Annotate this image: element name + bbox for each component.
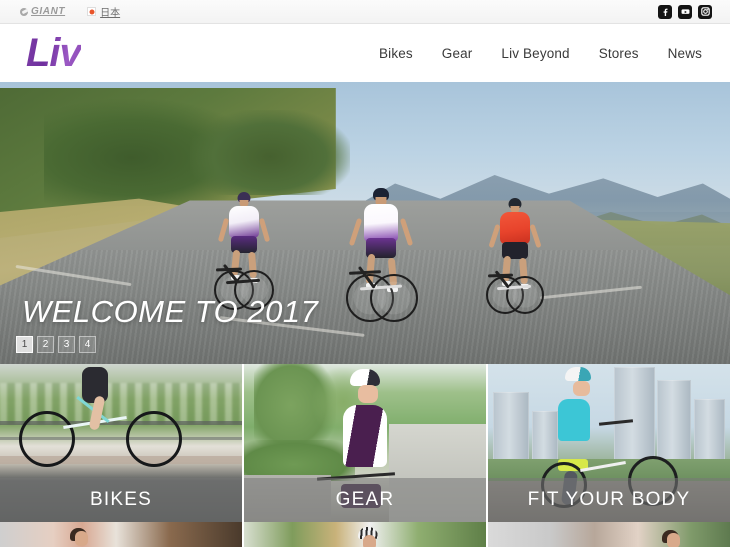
- bike-wheel: [506, 276, 544, 314]
- tile-gear-jersey: [343, 405, 388, 468]
- carousel-page-3[interactable]: 3: [58, 336, 75, 353]
- instagram-glyph: [700, 7, 710, 16]
- tile-fit-face: [572, 381, 590, 397]
- main-navigation: Bikes Gear Liv Beyond Stores News: [379, 46, 708, 61]
- tile-gear-label: GEAR: [244, 478, 486, 522]
- giant-brand-link[interactable]: GIANT: [20, 6, 65, 17]
- hero-bush-center: [189, 110, 351, 195]
- tile-fit-tower: [693, 398, 726, 466]
- youtube-icon[interactable]: [678, 4, 692, 19]
- nav-item-gear[interactable]: Gear: [442, 46, 473, 61]
- top-utility-bar: GIANT 日本: [0, 0, 730, 24]
- cyclist-right: [486, 198, 544, 316]
- giant-swoosh-icon: [20, 7, 28, 16]
- secondary-tile-2[interactable]: [244, 522, 486, 547]
- secondary-tile-1[interactable]: [0, 522, 242, 547]
- carousel-page-4[interactable]: 4: [79, 336, 96, 353]
- secondary-tile-row: [0, 522, 730, 547]
- tile-bikes[interactable]: BIKES: [0, 364, 242, 522]
- bike-wheel: [370, 274, 418, 322]
- tile-fit-tower: [613, 367, 655, 466]
- nav-item-news[interactable]: News: [668, 46, 702, 61]
- secondary-tile-2-face: [362, 535, 376, 547]
- secondary-tile-3[interactable]: [488, 522, 730, 547]
- language-label: 日本: [100, 8, 121, 19]
- facebook-icon[interactable]: [658, 4, 672, 19]
- tile-bikes-label: BIKES: [0, 478, 242, 522]
- tile-gear[interactable]: GEAR: [244, 364, 486, 522]
- nav-item-liv-beyond[interactable]: Liv Beyond: [501, 46, 569, 61]
- facebook-glyph: [663, 8, 668, 16]
- tile-fit-label: FIT YOUR BODY: [488, 478, 730, 522]
- tile-gear-face: [357, 384, 378, 403]
- youtube-glyph: [681, 9, 689, 14]
- tile-fit-tower: [657, 379, 692, 466]
- language-selector[interactable]: 日本: [87, 4, 120, 19]
- hero-title: WELCOME TO 2017: [22, 294, 319, 329]
- tile-fit-helmet-icon: [565, 367, 592, 382]
- nav-item-stores[interactable]: Stores: [599, 46, 639, 61]
- tile-fit-top: [558, 398, 591, 441]
- secondary-tile-1-face: [75, 531, 89, 546]
- tile-fit-your-body[interactable]: FIT YOUR BODY: [488, 364, 730, 522]
- carousel-page-2[interactable]: 2: [37, 336, 54, 353]
- category-tiles: BIKES GEAR FIT YOUR BODY: [0, 364, 730, 522]
- site-header: Liv Bikes Gear Liv Beyond Stores News: [0, 24, 730, 82]
- nav-item-bikes[interactable]: Bikes: [379, 46, 413, 61]
- tile-bikes-wheel-front: [125, 411, 182, 468]
- giant-brand-label: GIANT: [31, 6, 66, 17]
- japan-flag-icon: [87, 7, 97, 16]
- carousel-pagination: 1 2 3 4: [16, 336, 96, 353]
- hero-carousel[interactable]: WELCOME TO 2017 1 2 3 4: [0, 82, 730, 364]
- tile-fit-tower: [492, 392, 530, 469]
- instagram-icon[interactable]: [698, 4, 712, 19]
- social-links: [658, 4, 720, 19]
- secondary-tile-3-face: [667, 533, 681, 547]
- liv-logo[interactable]: Liv: [22, 33, 82, 73]
- cyclist-center: [346, 188, 418, 324]
- carousel-page-1[interactable]: 1: [16, 336, 33, 353]
